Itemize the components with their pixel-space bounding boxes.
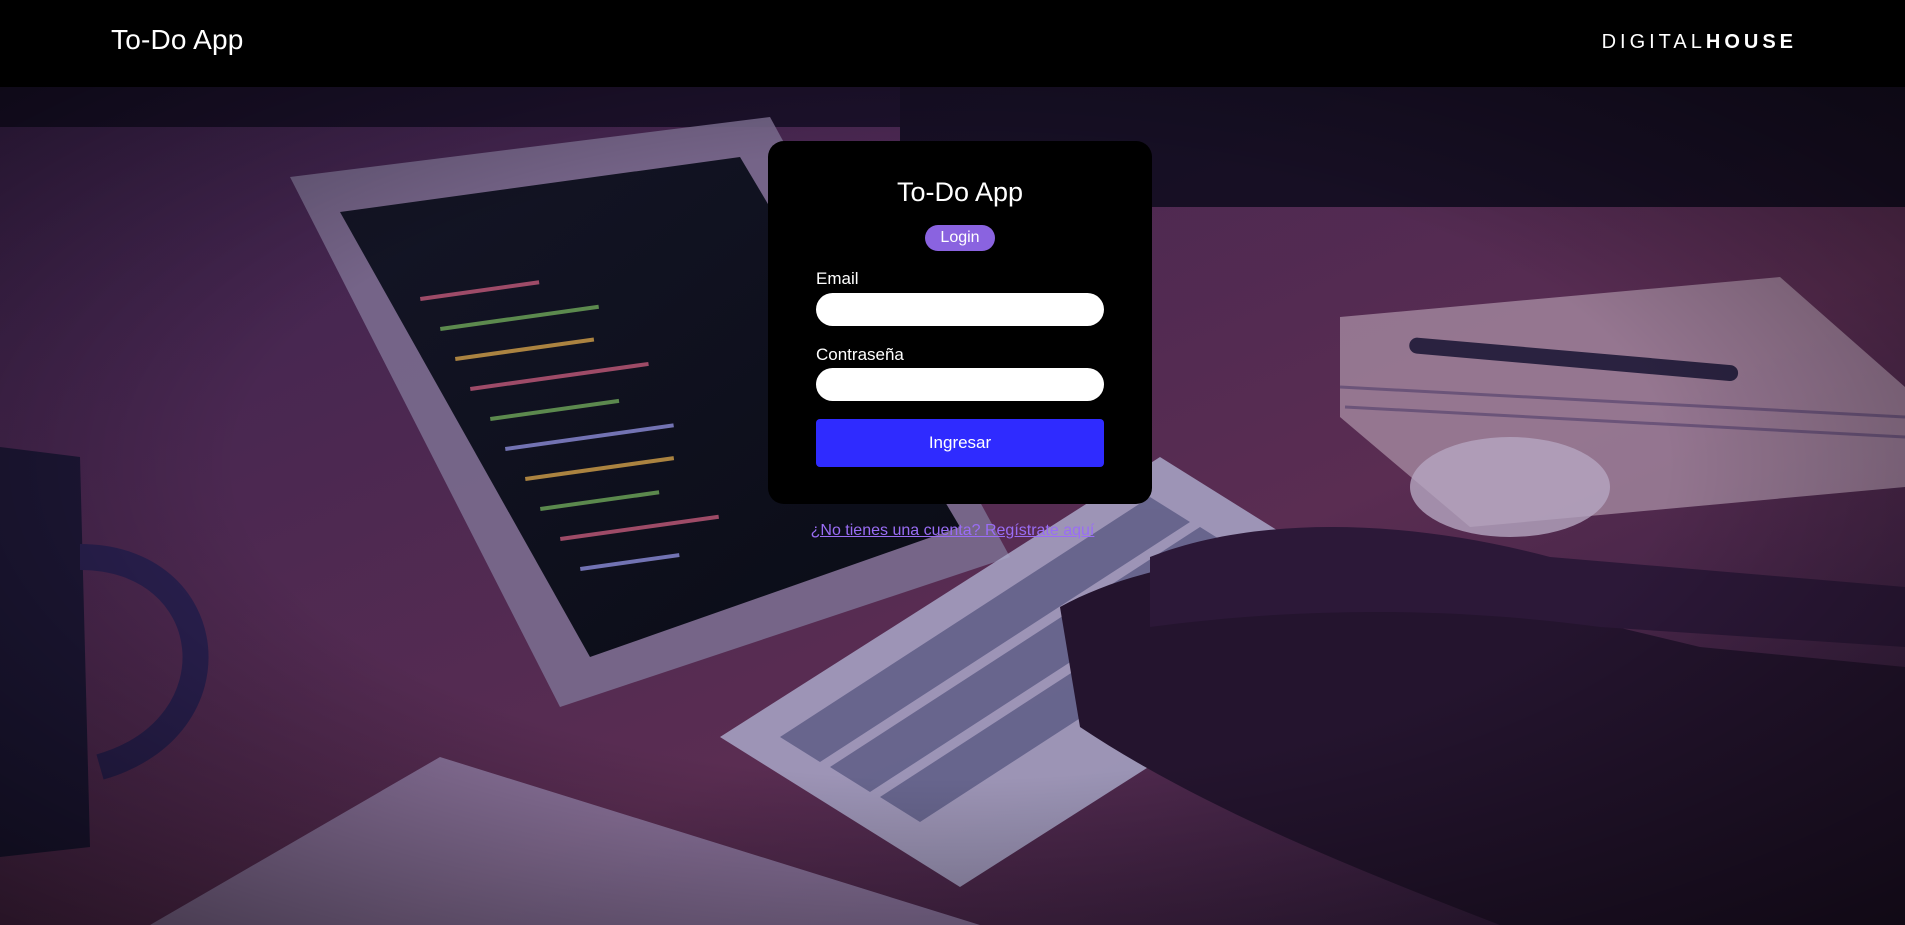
email-label: Email — [816, 269, 859, 288]
submit-button[interactable]: Ingresar — [816, 419, 1104, 467]
brand-logo-light: DIGITAL — [1601, 31, 1706, 53]
digital-house-logo: DIGITALHOUSE — [1602, 30, 1797, 54]
password-label: Contraseña — [816, 345, 904, 364]
register-link[interactable]: ¿No tienes una cuenta? Regístrate aquí — [0, 522, 1905, 540]
brand-logo-bold: HOUSE — [1705, 31, 1797, 53]
top-bar: To-Do App DIGITALHOUSE — [0, 0, 1905, 87]
app-title: To-Do App — [111, 24, 244, 55]
login-badge: Login — [925, 225, 995, 251]
login-card: To-Do App Login Email Contraseña Ingresa… — [768, 141, 1152, 504]
email-field[interactable] — [816, 293, 1104, 326]
login-page: To-Do App DIGITALHOUSE To-Do App Login E… — [0, 0, 1905, 925]
password-field[interactable] — [816, 368, 1104, 401]
card-title: To-Do App — [896, 177, 1024, 207]
